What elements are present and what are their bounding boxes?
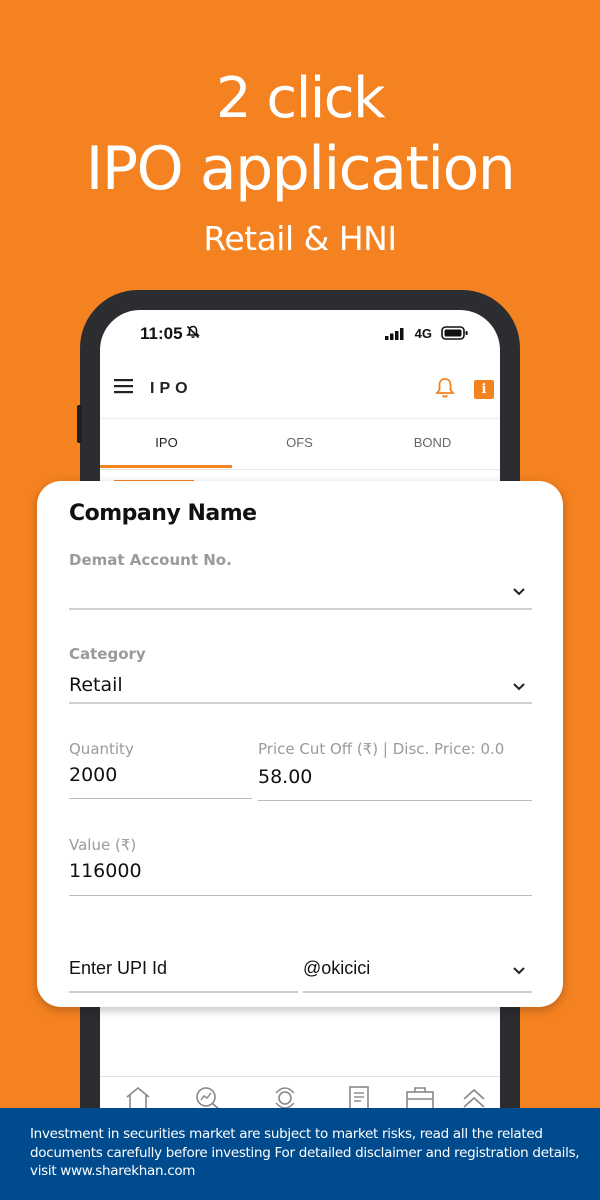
value-field: 116000	[69, 860, 142, 882]
signal-icon	[385, 327, 405, 345]
upi-handle-underline	[303, 991, 532, 993]
quantity-label: Quantity	[69, 740, 134, 758]
status-bar: 11:05 4G	[100, 310, 500, 356]
info-icon[interactable]: i	[474, 380, 494, 399]
quantity-underline	[69, 798, 252, 799]
category-label: Category	[69, 645, 146, 663]
tab-bar: IPO OFS BOND	[100, 418, 500, 470]
chevron-down-icon[interactable]	[512, 679, 526, 697]
category-value: Retail	[69, 674, 123, 696]
company-name: Company Name	[69, 501, 257, 526]
upi-id-input[interactable]: Enter UPI Id	[69, 958, 167, 979]
promo-headline-2: IPO application	[85, 134, 516, 204]
tab-bond[interactable]: BOND	[366, 419, 499, 469]
value-underline	[69, 895, 532, 896]
upi-handle-select[interactable]: @okicici	[303, 958, 370, 979]
upi-id-underline	[69, 991, 298, 993]
phone-side-button	[77, 405, 82, 443]
promo-subheadline: Retail & HNI	[203, 219, 397, 258]
ipo-application-card: Company Name Demat Account No. Category …	[37, 481, 563, 1007]
status-time: 11:05	[140, 324, 183, 343]
promo-headline-1: 2 click	[215, 66, 386, 131]
price-underline	[258, 800, 532, 801]
bell-off-icon	[186, 325, 200, 344]
chevron-down-icon[interactable]	[512, 584, 526, 602]
category-select[interactable]	[69, 702, 532, 704]
demat-select[interactable]	[69, 608, 532, 610]
disclaimer-text: Investment in securities market are subj…	[30, 1126, 580, 1179]
tab-ofs[interactable]: OFS	[233, 419, 366, 469]
chevron-down-icon[interactable]	[512, 963, 526, 981]
app-bar: IPO i	[100, 360, 500, 416]
active-tab-indicator	[100, 465, 232, 468]
disclaimer-banner: Investment in securities market are subj…	[0, 1108, 600, 1200]
network-type: 4G	[414, 326, 432, 341]
price-label: Price Cut Off (₹) | Disc. Price: 0.0	[258, 740, 505, 758]
quantity-field[interactable]: 2000	[69, 764, 117, 786]
price-field[interactable]: 58.00	[258, 766, 312, 788]
demat-label: Demat Account No.	[69, 551, 232, 569]
notification-bell-icon[interactable]	[435, 376, 455, 405]
value-label: Value (₹)	[69, 836, 137, 854]
app-bar-title: IPO	[150, 380, 193, 397]
menu-icon[interactable]	[114, 378, 134, 399]
battery-icon	[441, 326, 469, 345]
tab-ipo[interactable]: IPO	[100, 419, 233, 469]
